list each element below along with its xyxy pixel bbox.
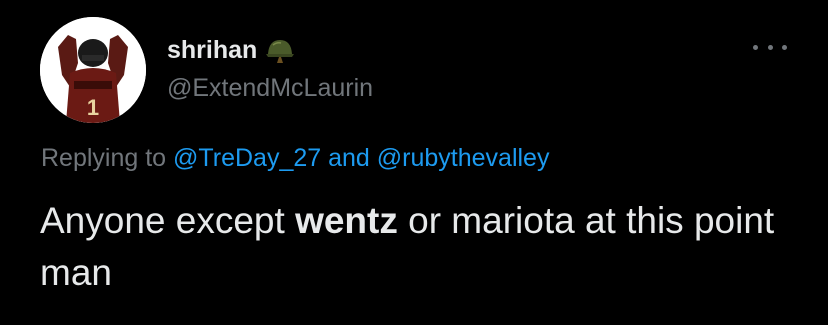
mention-joiner: and (328, 144, 370, 172)
mention-link[interactable]: @rubythevalley (377, 144, 550, 172)
tweet-text-bold: wentz (295, 200, 398, 241)
more-dot-icon (767, 44, 773, 50)
tweet-text: Anyone except wentz or mariota at this p… (40, 195, 800, 299)
replying-prefix: Replying to (41, 144, 167, 172)
avatar[interactable]: 1 (40, 17, 146, 123)
tweet-text-part: Anyone except (40, 200, 296, 241)
replying-to: Replying to @TreDay_27 and @rubythevalle… (41, 143, 549, 173)
display-name[interactable]: shrihan (167, 35, 257, 65)
more-dot-icon (753, 44, 758, 50)
tweet: 1 shrihan @ExtendMcLaurin Replying to @T… (0, 0, 828, 325)
military-helmet-icon (265, 36, 295, 64)
user-name-row[interactable]: shrihan (167, 35, 295, 65)
mention-link[interactable]: @TreDay_27 (173, 144, 321, 172)
more-dot-icon (782, 44, 787, 50)
user-handle[interactable]: @ExtendMcLaurin (167, 73, 373, 103)
more-horizontal-icon[interactable] (753, 38, 787, 56)
svg-text:1: 1 (87, 95, 99, 120)
